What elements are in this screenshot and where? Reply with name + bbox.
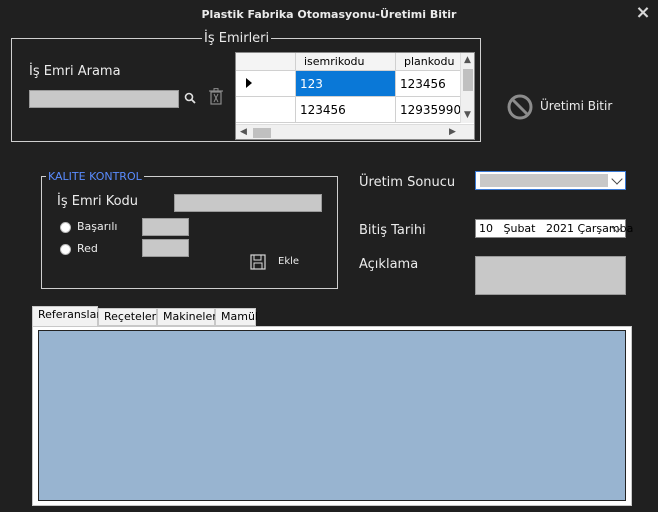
grid-corner bbox=[236, 53, 296, 71]
table-row-cell[interactable]: 123 bbox=[296, 71, 396, 97]
success-field[interactable] bbox=[142, 218, 189, 236]
order-code-label: İş Emri Kodu bbox=[57, 194, 139, 209]
reject-radio[interactable] bbox=[60, 244, 71, 255]
add-button-label: Ekle bbox=[278, 256, 300, 267]
table-row-cell[interactable]: 123456 bbox=[396, 71, 461, 97]
close-icon[interactable]: × bbox=[634, 4, 652, 22]
search-label: İş Emri Arama bbox=[29, 64, 121, 79]
finish-date-label: Bitiş Tarihi bbox=[359, 223, 426, 238]
window-title: Plastik Fabrika Otomasyonu-Üretimi Bitir bbox=[201, 8, 457, 21]
orders-group-legend: İş Emirleri bbox=[204, 31, 270, 46]
tab-receteler[interactable]: Reçeteler bbox=[98, 308, 157, 326]
scroll-thumb-horizontal[interactable] bbox=[253, 128, 271, 138]
description-label: Açıklama bbox=[359, 257, 419, 272]
result-select-value bbox=[480, 174, 608, 187]
reject-radio-label[interactable]: Red bbox=[77, 242, 98, 255]
horizontal-scrollbar[interactable]: ◀ ▶ bbox=[236, 124, 474, 139]
save-icon bbox=[250, 254, 266, 270]
row-indicator[interactable] bbox=[236, 71, 296, 97]
result-label: Üretim Sonucu bbox=[359, 175, 456, 190]
references-grid[interactable] bbox=[38, 330, 626, 501]
result-select[interactable] bbox=[475, 171, 626, 190]
scroll-right-icon[interactable]: ▶ bbox=[449, 127, 456, 137]
vertical-scrollbar[interactable]: ▲ ▼ bbox=[460, 53, 474, 123]
table-row-cell[interactable]: 123456 bbox=[296, 97, 396, 123]
description-field[interactable] bbox=[475, 256, 626, 295]
add-button[interactable]: Ekle bbox=[250, 254, 310, 272]
scroll-left-icon[interactable]: ◀ bbox=[240, 127, 247, 137]
scroll-down-icon[interactable]: ▼ bbox=[464, 110, 471, 120]
prohibited-icon bbox=[507, 94, 533, 120]
row-pointer-icon bbox=[246, 78, 252, 88]
table-row-cell[interactable]: 1293599047 bbox=[396, 97, 461, 123]
tab-mamul[interactable]: Mamül bbox=[215, 308, 258, 326]
search-input[interactable] bbox=[29, 90, 179, 108]
finish-production-label: Üretimi Bitir bbox=[540, 99, 613, 113]
scroll-up-icon[interactable]: ▲ bbox=[464, 55, 471, 65]
trash-icon[interactable] bbox=[209, 88, 223, 105]
grid-header-isemrikodu[interactable]: isemrikodu bbox=[296, 53, 396, 71]
success-radio[interactable] bbox=[60, 222, 71, 233]
reject-field[interactable] bbox=[142, 239, 189, 257]
search-icon[interactable] bbox=[184, 92, 196, 104]
order-code-field[interactable] bbox=[174, 194, 322, 212]
success-radio-label[interactable]: Başarılı bbox=[77, 220, 117, 233]
orders-grid[interactable]: isemrikodu plankodu 123 123456 123456 12… bbox=[235, 52, 475, 140]
finish-date-value: 10 Şubat 2021 Çarşamba bbox=[479, 222, 634, 235]
scroll-thumb[interactable] bbox=[463, 69, 473, 91]
finish-date-picker[interactable]: 10 Şubat 2021 Çarşamba bbox=[475, 219, 633, 238]
grid-header-plankodu[interactable]: plankodu bbox=[396, 53, 461, 71]
row-indicator[interactable] bbox=[236, 97, 296, 123]
quality-control-legend: KALITE KONTROL bbox=[48, 170, 142, 183]
finish-production-button[interactable]: Üretimi Bitir bbox=[506, 93, 626, 121]
tab-referanslar[interactable]: Referanslar bbox=[32, 306, 101, 328]
chevron-down-icon bbox=[611, 173, 623, 185]
tab-panel bbox=[32, 326, 632, 506]
tab-makineler[interactable]: Makineler bbox=[157, 308, 217, 326]
